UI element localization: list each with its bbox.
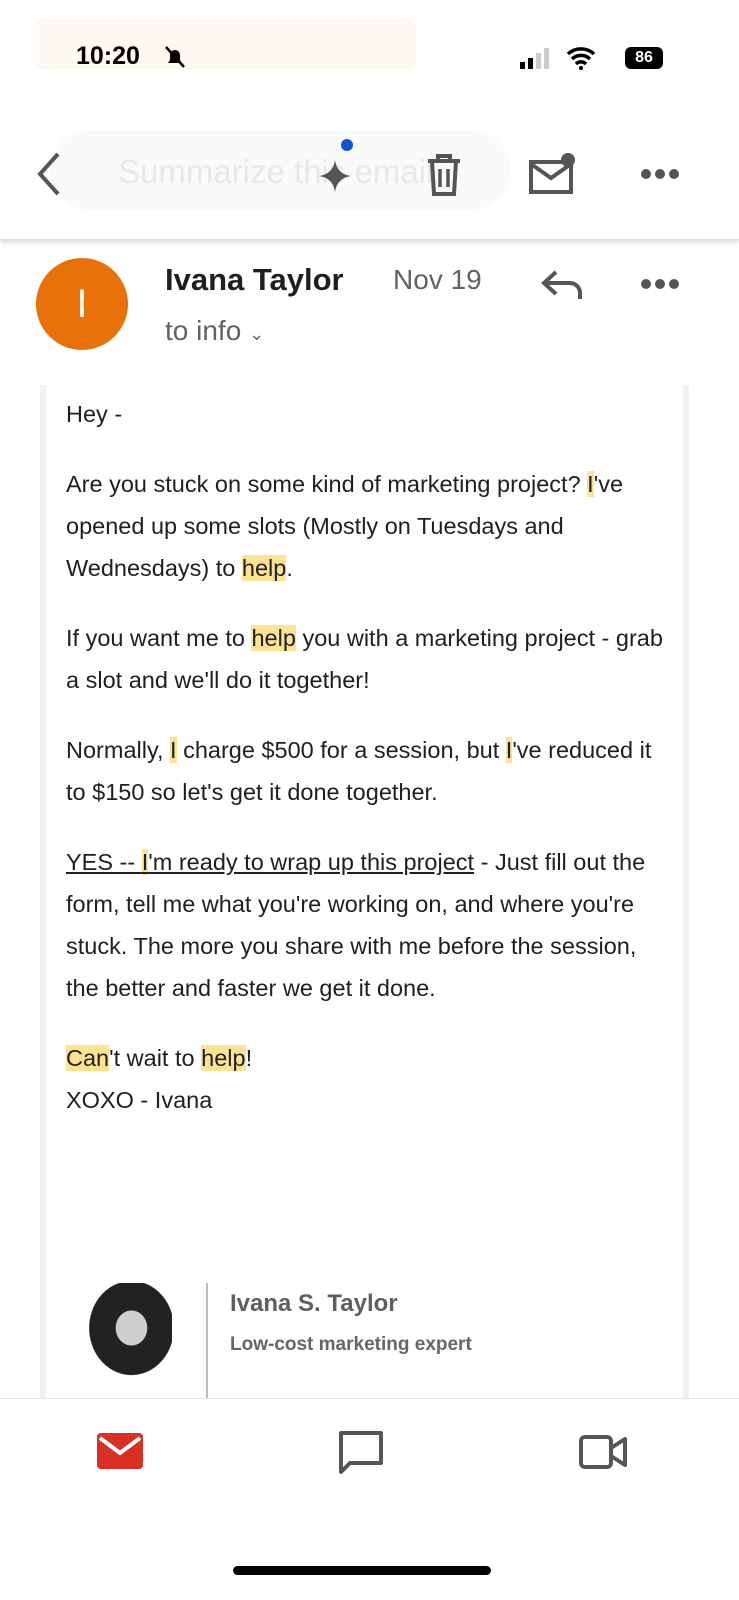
gemini-sparkle-icon[interactable] bbox=[313, 136, 357, 196]
signature-divider bbox=[206, 1283, 208, 1403]
signature-name: Ivana S. Taylor bbox=[230, 1290, 398, 1317]
sender-avatar[interactable]: I bbox=[36, 258, 128, 350]
body-paragraph: Are you stuck on some kind of marketing … bbox=[66, 463, 666, 589]
summarize-label[interactable]: Summarize this email bbox=[118, 153, 433, 191]
highlighted-text: help bbox=[201, 1045, 246, 1071]
body-text: If you want me to bbox=[66, 625, 252, 651]
body-paragraph: YES -- I'm ready to wrap up this project… bbox=[66, 841, 666, 1009]
mark-unread-icon[interactable] bbox=[528, 152, 578, 196]
signal-icon bbox=[520, 48, 549, 69]
body-paragraph: Normally, I charge $500 for a session, b… bbox=[66, 729, 666, 813]
highlighted-text: help bbox=[251, 625, 296, 651]
body-paragraph: If you want me to help you with a market… bbox=[66, 617, 666, 701]
highlighted-text: Can bbox=[66, 1045, 110, 1071]
body-text: Normally, bbox=[66, 737, 171, 763]
highlighted-text: help bbox=[241, 555, 287, 581]
mail-tab-icon[interactable] bbox=[96, 1432, 144, 1470]
silent-bell-icon bbox=[165, 46, 185, 68]
message-more-icon[interactable] bbox=[640, 277, 680, 291]
signature-title: Low-cost marketing expert bbox=[230, 1334, 472, 1355]
more-icon[interactable] bbox=[640, 167, 680, 181]
home-indicator[interactable] bbox=[233, 1566, 491, 1575]
delete-icon[interactable] bbox=[426, 153, 462, 197]
email-date: Nov 19 bbox=[393, 264, 482, 295]
body-text: . bbox=[286, 555, 293, 581]
chat-tab-icon[interactable] bbox=[338, 1430, 384, 1476]
reply-icon[interactable] bbox=[540, 268, 584, 302]
cta-link[interactable]: YES -- bbox=[66, 849, 142, 875]
email-body: Hey - Are you stuck on some kind of marke… bbox=[66, 393, 666, 1149]
recipient-toggle[interactable]: to info ⌄ bbox=[165, 315, 264, 347]
chevron-down-icon: ⌄ bbox=[249, 324, 265, 344]
cta-link[interactable]: 'm ready to wrap up this project bbox=[148, 849, 474, 875]
sender-name[interactable]: Ivana Taylor bbox=[165, 262, 344, 298]
battery-indicator: 86 bbox=[625, 47, 663, 69]
wifi-icon bbox=[566, 47, 596, 70]
meet-tab-icon[interactable] bbox=[578, 1434, 628, 1470]
body-text: Hey - bbox=[66, 401, 123, 427]
body-paragraph: Can't wait to help! XOXO - Ivana bbox=[66, 1037, 666, 1121]
back-icon[interactable] bbox=[34, 150, 64, 198]
recipient-label: to info bbox=[165, 315, 242, 346]
body-paragraph: Hey - bbox=[66, 393, 666, 435]
body-text: 't wait to bbox=[109, 1045, 202, 1071]
body-text: Are you stuck on some kind of marketing … bbox=[66, 471, 588, 497]
status-time: 10:20 bbox=[76, 42, 140, 70]
signature-photo bbox=[82, 1283, 172, 1383]
body-text: charge $500 for a session, but bbox=[176, 737, 506, 763]
